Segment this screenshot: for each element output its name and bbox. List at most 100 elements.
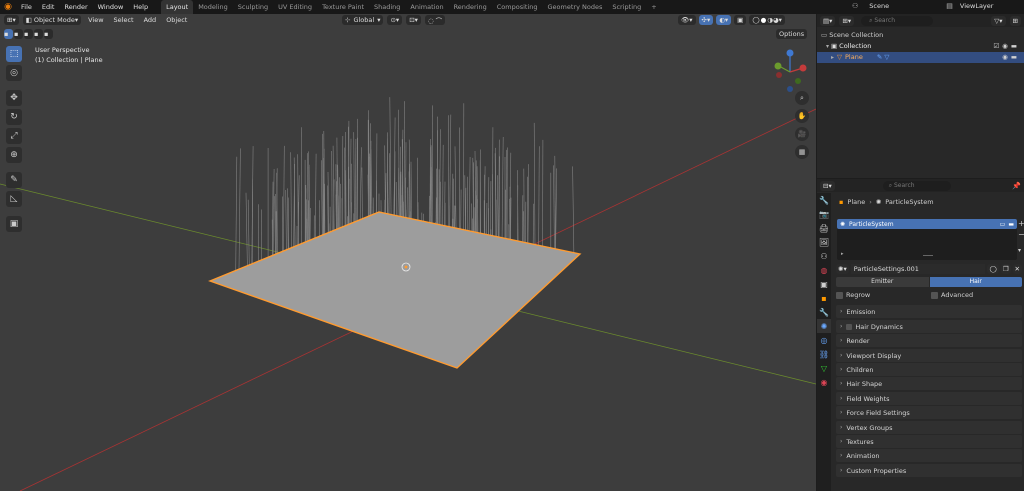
- outliner-editor-type-button[interactable]: ▤▾: [820, 15, 836, 26]
- menu-window[interactable]: Window: [93, 0, 129, 14]
- hair-dynamics-checkbox[interactable]: [846, 323, 853, 330]
- menu-select[interactable]: Select: [111, 16, 137, 24]
- tab-shading[interactable]: Shading: [369, 0, 405, 14]
- properties-search-field[interactable]: ⌕ Search: [882, 180, 951, 191]
- output-tab-icon[interactable]: 🖨: [817, 221, 831, 235]
- camera-icon[interactable]: ▬: [1011, 52, 1017, 63]
- tab-animation[interactable]: Animation: [405, 0, 448, 14]
- scene-collection-row[interactable]: ▭ Scene Collection: [821, 30, 1020, 41]
- tab-rendering[interactable]: Rendering: [449, 0, 492, 14]
- menu-view[interactable]: View: [85, 16, 106, 24]
- particle-system-list[interactable]: ✺ ParticleSystem ▭ ▬ ▸: [837, 219, 1017, 260]
- display-mode-button[interactable]: ⊞▾: [839, 15, 855, 26]
- list-menu-icon[interactable]: ▾: [1018, 247, 1024, 254]
- snap-button[interactable]: ⊡▾: [406, 15, 421, 25]
- particle-settings-selector[interactable]: ✺▾ ParticleSettings.001 ◯ ❐ ✕: [836, 263, 1022, 274]
- mode-select[interactable]: ◧ Object Mode ▾: [22, 15, 82, 25]
- data-tab-icon[interactable]: ▽: [817, 361, 831, 375]
- 3d-viewport[interactable]: ⊞▾ ◧ Object Mode ▾ View Select Add Object …: [0, 14, 816, 491]
- gizmo-toggle-button[interactable]: ✣▾: [698, 15, 714, 25]
- camera-icon[interactable]: ▬: [1011, 41, 1017, 52]
- select-mode-extend-icon[interactable]: ▪: [14, 29, 23, 39]
- select-mode-subtract-icon[interactable]: ▪: [24, 29, 33, 39]
- tab-layout[interactable]: Layout: [161, 0, 194, 14]
- menu-add[interactable]: Add: [141, 16, 160, 24]
- transform-icon[interactable]: ⊕: [6, 147, 22, 163]
- list-item[interactable]: ✺ ParticleSystem ▭ ▬: [837, 219, 1017, 229]
- plane-row[interactable]: ▸ ▽ Plane ✎ ▽ ◉ ▬: [817, 52, 1024, 63]
- transform-orientation-select[interactable]: ⊹ Global ▾: [342, 15, 384, 25]
- add-workspace-icon[interactable]: +: [646, 0, 661, 14]
- checkbox-icon[interactable]: ☑: [993, 41, 999, 52]
- panel-hair-dynamics[interactable]: › Hair Dynamics: [836, 320, 1022, 333]
- browse-settings-icon[interactable]: ✺▾: [836, 263, 849, 274]
- tab-modeling[interactable]: Modeling: [193, 0, 233, 14]
- scene-name[interactable]: Scene: [869, 2, 929, 10]
- view-layer-icon[interactable]: ▤: [946, 2, 953, 10]
- duplicate-icon[interactable]: ❐: [1000, 263, 1011, 274]
- panel-animation[interactable]: › Animation: [836, 449, 1022, 462]
- options-button[interactable]: Options: [776, 29, 808, 39]
- outliner-search-field[interactable]: ⌕ Search: [861, 15, 934, 26]
- list-expand-icon[interactable]: ▸: [841, 251, 844, 257]
- select-mode-new-icon[interactable]: ▪: [4, 29, 13, 39]
- scene-icon[interactable]: ⚇: [852, 2, 858, 10]
- select-mode-invert-icon[interactable]: ▪: [34, 29, 43, 39]
- scale-icon[interactable]: ⤢: [6, 128, 22, 144]
- eye-icon[interactable]: ◉: [1002, 52, 1008, 63]
- tab-compositing[interactable]: Compositing: [492, 0, 543, 14]
- select-mode-intersect-icon[interactable]: ▪: [44, 29, 53, 39]
- editor-type-button[interactable]: ⊞▾: [4, 15, 19, 25]
- shading-modes[interactable]: ◯ ● ◑◕▾: [749, 15, 785, 25]
- panel-emission[interactable]: › Emission: [836, 305, 1022, 318]
- properties-editor-type-button[interactable]: ⊟▾: [820, 180, 835, 191]
- hair-button[interactable]: Hair: [929, 277, 1022, 287]
- tool-tab-icon[interactable]: 🔧: [817, 193, 831, 207]
- proportional-edit-button[interactable]: ◌ ⌒: [424, 15, 446, 25]
- panel-children[interactable]: › Children: [836, 363, 1022, 376]
- move-icon[interactable]: ✥: [6, 90, 22, 106]
- camera-icon[interactable]: ▬: [1008, 221, 1014, 228]
- rotate-icon[interactable]: ↻: [6, 109, 22, 125]
- scene-tab-icon[interactable]: ⚇: [817, 249, 831, 263]
- menu-file[interactable]: File: [16, 0, 37, 14]
- blender-logo-icon[interactable]: ◉: [0, 2, 16, 12]
- menu-render[interactable]: Render: [59, 0, 92, 14]
- visibility-button[interactable]: 👁▾: [678, 15, 696, 25]
- panel-render[interactable]: › Render: [836, 334, 1022, 347]
- annotate-icon[interactable]: ✎: [6, 172, 22, 188]
- menu-help[interactable]: Help: [128, 0, 153, 14]
- cursor-icon[interactable]: ◎: [6, 65, 22, 81]
- emitter-button[interactable]: Emitter: [836, 277, 929, 287]
- panel-viewport-display[interactable]: › Viewport Display: [836, 349, 1022, 362]
- modifier-tab-icon[interactable]: 🔧: [817, 305, 831, 319]
- tab-sculpting[interactable]: Sculpting: [233, 0, 273, 14]
- add-slot-icon[interactable]: +: [1018, 219, 1024, 228]
- pin-icon[interactable]: 📌: [1012, 182, 1021, 190]
- fake-user-icon[interactable]: ◯: [987, 263, 999, 274]
- panel-custom-properties[interactable]: › Custom Properties: [836, 464, 1022, 477]
- tab-uv-editing[interactable]: UV Editing: [273, 0, 317, 14]
- tab-texture-paint[interactable]: Texture Paint: [317, 0, 369, 14]
- render-tab-icon[interactable]: 📷: [817, 207, 831, 221]
- monitor-icon[interactable]: ▭: [1000, 221, 1006, 228]
- constraints-tab-icon[interactable]: ⛓: [817, 347, 831, 361]
- new-collection-icon[interactable]: ⊞: [1009, 15, 1021, 26]
- measure-icon[interactable]: ◺: [6, 191, 22, 207]
- regrow-checkbox[interactable]: [836, 291, 843, 299]
- select-box-icon[interactable]: ⬚: [6, 46, 22, 62]
- panel-field-weights[interactable]: › Field Weights: [836, 392, 1022, 405]
- zoom-icon[interactable]: ⌕: [795, 91, 809, 105]
- list-resize-handle[interactable]: [923, 255, 933, 256]
- panel-hair-shape[interactable]: › Hair Shape: [836, 377, 1022, 390]
- view-layer-name[interactable]: ViewLayer: [960, 2, 994, 10]
- panel-force-field-settings[interactable]: › Force Field Settings: [836, 406, 1022, 419]
- menu-object[interactable]: Object: [163, 16, 190, 24]
- view-layer-tab-icon[interactable]: 🖼: [817, 235, 831, 249]
- tab-geometry-nodes[interactable]: Geometry Nodes: [543, 0, 608, 14]
- tab-scripting[interactable]: Scripting: [607, 0, 646, 14]
- camera-view-icon[interactable]: 🎥: [795, 127, 809, 141]
- remove-slot-icon[interactable]: −: [1018, 230, 1024, 239]
- material-tab-icon[interactable]: ◉: [817, 375, 831, 389]
- panel-textures[interactable]: › Textures: [836, 435, 1022, 448]
